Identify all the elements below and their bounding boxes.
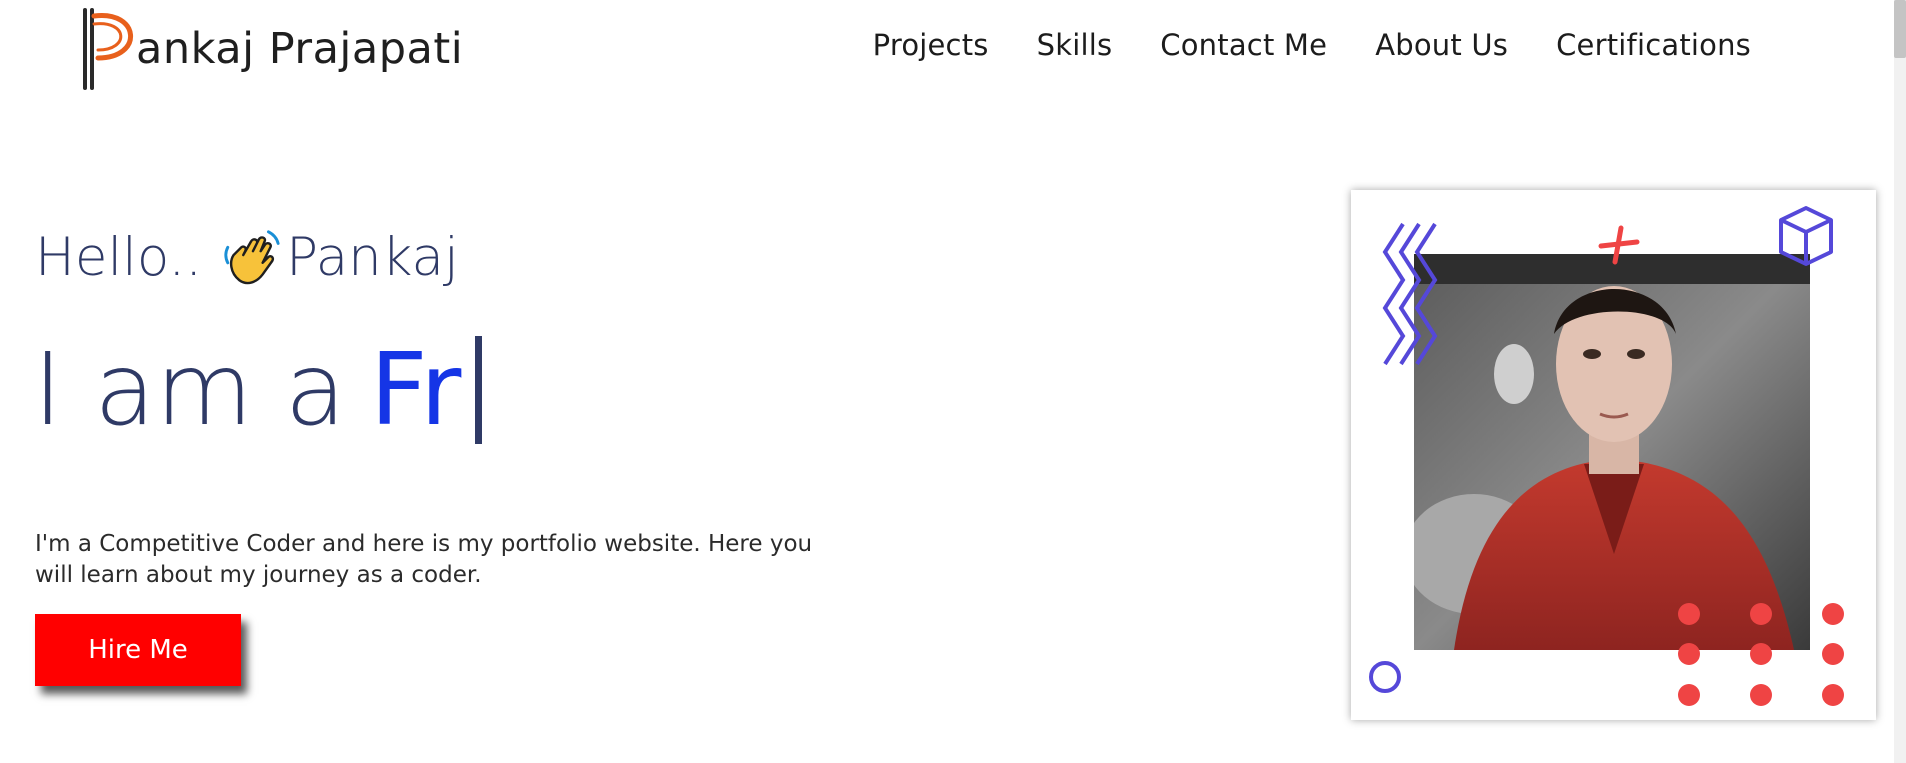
logo-text: ankaj Prajapati — [136, 24, 464, 74]
greeting-text: Hello.. — [35, 226, 203, 288]
nav-projects[interactable]: Projects — [873, 28, 989, 62]
main-nav: Projects Skills Contact Me About Us Cert… — [873, 28, 1751, 62]
profile-card — [1351, 190, 1876, 720]
page-scrollbar[interactable] — [1894, 0, 1906, 763]
typed-role-text: Fr — [370, 331, 462, 448]
scrollbar-thumb[interactable] — [1894, 0, 1906, 58]
ring-icon — [1369, 661, 1401, 693]
site-logo[interactable]: ankaj Prajapati — [78, 6, 463, 92]
hire-me-button[interactable]: Hire Me — [35, 614, 241, 686]
waving-hand-icon — [224, 230, 280, 285]
portfolio-page: ankaj Prajapati Projects Skills Contact … — [0, 0, 1906, 763]
hero-intro: I'm a Competitive Coder and here is my p… — [35, 531, 813, 588]
greeting-name: Pankaj — [286, 226, 459, 288]
nav-contact-me[interactable]: Contact Me — [1160, 28, 1327, 62]
nav-about-us[interactable]: About Us — [1375, 28, 1508, 62]
nav-skills[interactable]: Skills — [1037, 28, 1113, 62]
typing-caret — [475, 336, 483, 444]
logo-mark-icon — [83, 8, 133, 90]
headline-prefix: I am a — [33, 331, 347, 448]
profile-photo — [1414, 254, 1810, 650]
nav-certifications[interactable]: Certifications — [1556, 28, 1751, 62]
hero-headline: I am a Fr — [33, 330, 483, 450]
hero-greeting: Hello.. Pankaj — [35, 226, 459, 288]
